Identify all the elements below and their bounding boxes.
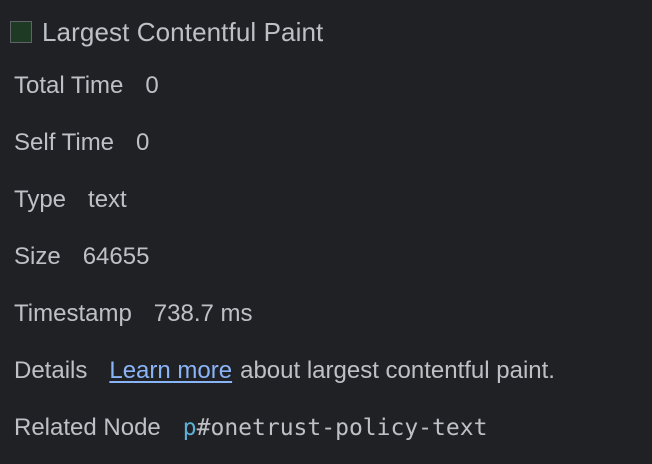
- detail-row-total-time: Total Time 0: [14, 57, 652, 114]
- total-time-value: 0: [145, 72, 159, 99]
- detail-row-size: Size 64655: [14, 228, 652, 285]
- type-label: Type: [14, 186, 67, 213]
- detail-row-type: Type text: [14, 171, 652, 228]
- self-time-label: Self Time: [14, 129, 115, 156]
- details-list: Total Time 0 Self Time 0 Type text Size …: [14, 57, 652, 456]
- total-time-label: Total Time: [14, 72, 124, 99]
- timestamp-label: Timestamp: [14, 300, 132, 327]
- timestamp-value: 738.7 ms: [153, 300, 253, 327]
- size-value: 64655: [82, 243, 150, 270]
- learn-more-link[interactable]: Learn more: [109, 342, 232, 399]
- related-node-label: Related Node: [14, 414, 161, 441]
- learn-more-description: about largest contentful paint.: [240, 357, 555, 384]
- details-label: Details: [14, 357, 88, 384]
- type-value: text: [88, 186, 127, 213]
- lcp-title: Largest Contentful Paint: [42, 16, 324, 47]
- detail-row-details: Details Learn more about largest content…: [14, 342, 652, 399]
- detail-row-related-node: Related Node p#onetrust-policy-text: [14, 399, 652, 456]
- detail-row-self-time: Self Time 0: [14, 114, 652, 171]
- node-id: #onetrust-policy-text: [196, 415, 488, 441]
- node-tag-name: p: [182, 415, 197, 441]
- related-node-link[interactable]: p#onetrust-policy-text: [183, 400, 488, 457]
- lcp-title-row: Largest Contentful Paint: [10, 12, 652, 52]
- lcp-details-panel: Largest Contentful Paint Total Time 0 Se…: [0, 0, 652, 464]
- size-label: Size: [14, 243, 61, 270]
- detail-row-timestamp: Timestamp 738.7 ms: [14, 285, 652, 342]
- event-color-swatch: [10, 21, 32, 43]
- self-time-value: 0: [136, 129, 150, 156]
